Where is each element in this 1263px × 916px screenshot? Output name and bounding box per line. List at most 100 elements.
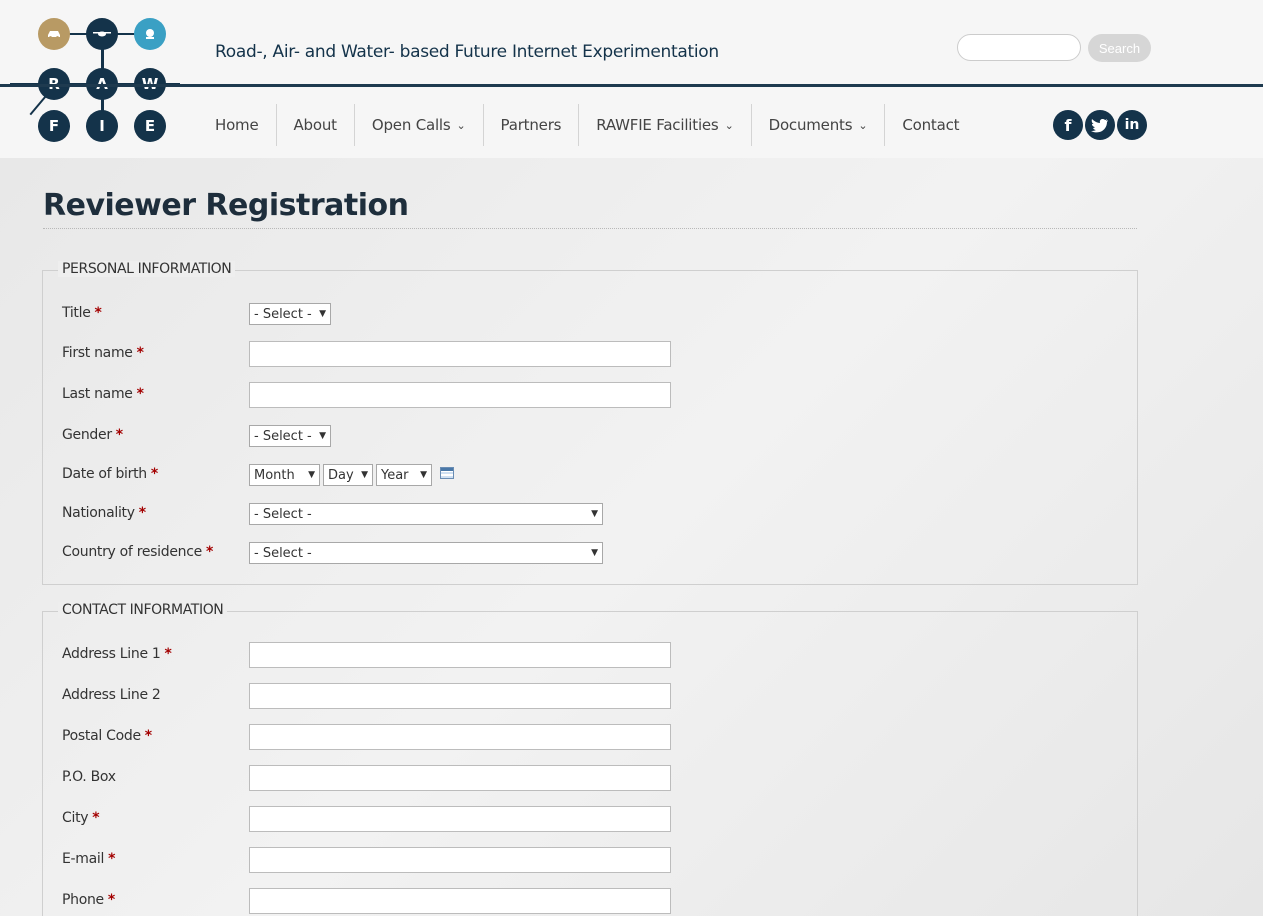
facebook-icon[interactable]: f — [1053, 110, 1083, 140]
address-line-2-field[interactable] — [249, 683, 671, 709]
required-marker: * — [136, 345, 144, 361]
select-value: Month — [254, 467, 295, 483]
field-label-text: Gender — [62, 427, 112, 443]
required-marker: * — [138, 505, 146, 521]
field-label: Title * — [62, 305, 102, 321]
dropdown-arrow-icon: ▼ — [319, 309, 326, 319]
dob-day-select[interactable]: Day ▼ — [323, 464, 373, 486]
address-line-1-field[interactable] — [249, 642, 671, 668]
search-button[interactable]: Search — [1088, 34, 1151, 62]
chevron-down-icon: ⌄ — [456, 118, 466, 132]
nav-contact[interactable]: Contact — [885, 104, 976, 146]
nav-rawfie-facilities[interactable]: RAWFIE Facilities ⌄ — [579, 104, 752, 146]
nav-open-calls[interactable]: Open Calls ⌄ — [355, 104, 484, 146]
social-links: f in — [1053, 110, 1147, 140]
personal-information-fieldset: PERSONAL INFORMATION Title * - Select - ▼ … — [42, 261, 1138, 585]
title-row: Title * - Select - ▼ — [43, 301, 1137, 327]
email-row: E-mail * — [43, 847, 1137, 873]
logo-letter-e: E — [134, 110, 166, 142]
twitter-icon[interactable] — [1085, 110, 1115, 140]
field-label: Country of residence * — [62, 544, 213, 560]
email-field[interactable] — [249, 847, 671, 873]
field-label-text: Address Line 2 — [62, 687, 161, 703]
city-field[interactable] — [249, 806, 671, 832]
site-tagline: Road-, Air- and Water- based Future Inte… — [215, 42, 719, 62]
address-line-1-row: Address Line 1 * — [43, 642, 1137, 668]
field-label-text: Country of residence — [62, 544, 202, 560]
phone-row: Phone * — [43, 888, 1137, 914]
field-label-text: First name — [62, 345, 133, 361]
nav-label: Contact — [902, 116, 960, 134]
po-box-field[interactable] — [249, 765, 671, 791]
title-select[interactable]: - Select - ▼ — [249, 303, 331, 325]
postal-code-field[interactable] — [249, 724, 671, 750]
required-marker: * — [150, 466, 158, 482]
fieldset-legend: PERSONAL INFORMATION — [58, 261, 236, 277]
logo-letter-f: F — [38, 110, 70, 142]
nav-about[interactable]: About — [277, 104, 355, 146]
contact-information-fieldset: CONTACT INFORMATION Address Line 1 * Addr… — [42, 602, 1138, 916]
first-name-row: First name * — [43, 341, 1137, 367]
last-name-field[interactable] — [249, 382, 671, 408]
city-row: City * — [43, 806, 1137, 832]
select-value: - Select - — [254, 306, 312, 322]
chevron-down-icon: ⌄ — [858, 118, 868, 132]
nav-label: About — [293, 116, 338, 134]
site-header: R A W F I E Road-, Air- and Water- based… — [0, 0, 1263, 158]
required-marker: * — [107, 892, 115, 908]
field-label: City * — [62, 810, 100, 826]
dob-year-select[interactable]: Year ▼ — [376, 464, 432, 486]
phone-field[interactable] — [249, 888, 671, 914]
nav-label: Partners — [500, 116, 562, 134]
car-icon — [38, 18, 70, 50]
dropdown-arrow-icon: ▼ — [591, 509, 598, 519]
field-label: E-mail * — [62, 851, 115, 867]
calendar-icon[interactable] — [440, 467, 454, 479]
field-label: Address Line 1 * — [62, 646, 172, 662]
select-value: - Select - — [254, 428, 312, 444]
nationality-select[interactable]: - Select - ▼ — [249, 503, 603, 525]
rawfie-logo[interactable]: R A W F I E — [0, 0, 190, 158]
title-divider — [43, 228, 1137, 229]
required-marker: * — [205, 544, 213, 560]
chevron-down-icon: ⌄ — [724, 118, 734, 132]
nav-documents[interactable]: Documents ⌄ — [752, 104, 886, 146]
country-of-residence-select[interactable]: - Select - ▼ — [249, 542, 603, 564]
last-name-row: Last name * — [43, 382, 1137, 408]
first-name-field[interactable] — [249, 341, 671, 367]
nav-label: Open Calls — [371, 116, 451, 134]
dropdown-arrow-icon: ▼ — [591, 548, 598, 558]
po-box-row: P.O. Box — [43, 765, 1137, 791]
dropdown-arrow-icon: ▼ — [361, 470, 368, 480]
page-title: Reviewer Registration — [43, 188, 409, 223]
field-label-text: Address Line 1 — [62, 646, 161, 662]
linkedin-icon[interactable]: in — [1117, 110, 1147, 140]
select-value: - Select - — [254, 545, 312, 561]
required-marker: * — [136, 386, 144, 402]
fieldset-legend: CONTACT INFORMATION — [58, 602, 228, 618]
select-value: Day — [328, 467, 354, 483]
main-content: Reviewer Registration PERSONAL INFORMATI… — [0, 158, 1263, 916]
field-label-text: Phone — [62, 892, 104, 908]
nav-label: RAWFIE Facilities — [596, 116, 719, 134]
field-label: Phone * — [62, 892, 115, 908]
dropdown-arrow-icon: ▼ — [319, 431, 326, 441]
date-of-birth-row: Date of birth * Month ▼ Day ▼ Year ▼ — [43, 462, 1137, 488]
required-marker: * — [94, 305, 102, 321]
nationality-row: Nationality * - Select - ▼ — [43, 501, 1137, 527]
nav-home[interactable]: Home — [198, 104, 277, 146]
field-label-text: City — [62, 810, 89, 826]
nav-label: Home — [215, 116, 259, 134]
field-label-text: Title — [62, 305, 91, 321]
required-marker: * — [144, 728, 152, 744]
field-label-text: E-mail — [62, 851, 105, 867]
gender-select[interactable]: - Select - ▼ — [249, 425, 331, 447]
required-marker: * — [92, 810, 100, 826]
country-of-residence-row: Country of residence * - Select - ▼ — [43, 540, 1137, 566]
select-value: Year — [381, 467, 409, 483]
nav-partners[interactable]: Partners — [484, 104, 580, 146]
dob-month-select[interactable]: Month ▼ — [249, 464, 320, 486]
required-marker: * — [164, 646, 172, 662]
search-input[interactable] — [957, 34, 1081, 61]
field-label: Nationality * — [62, 505, 146, 521]
